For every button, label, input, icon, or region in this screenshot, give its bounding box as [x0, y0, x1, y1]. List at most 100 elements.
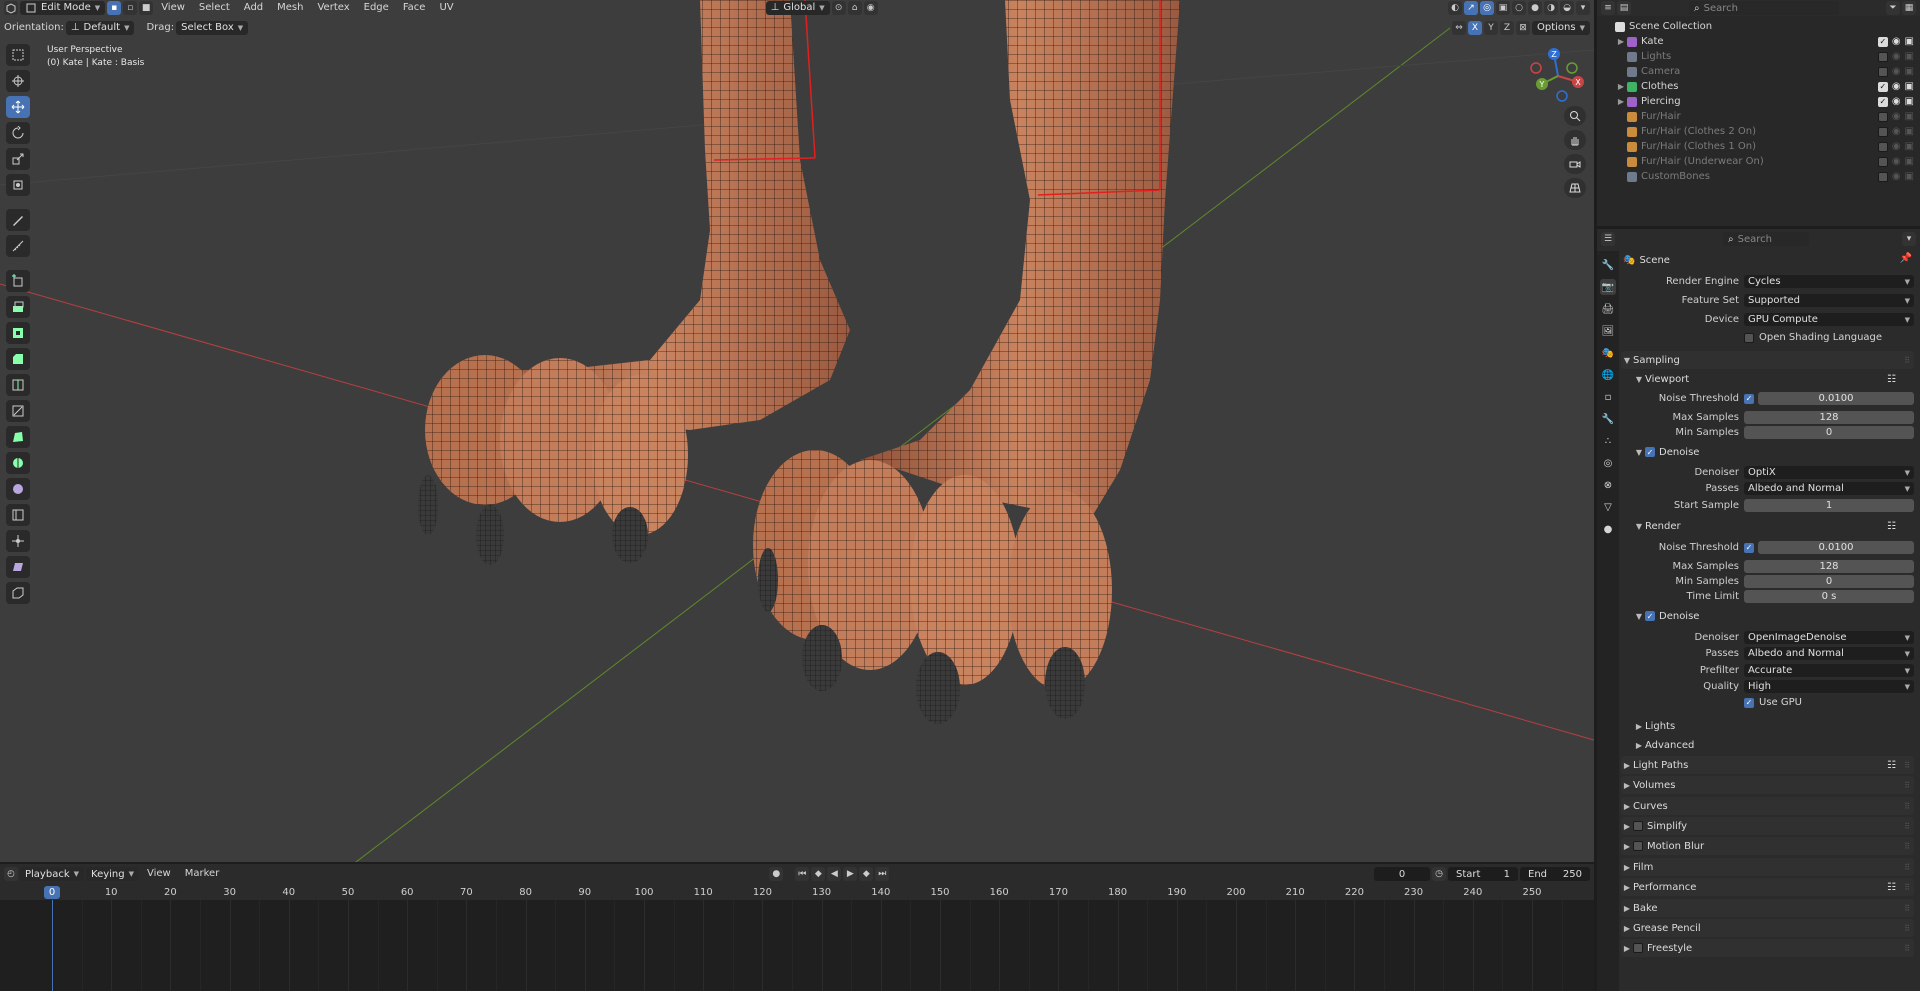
- use-gpu-checkbox[interactable]: ✓: [1744, 697, 1754, 708]
- knife-tool[interactable]: [6, 400, 30, 422]
- film-panel-header[interactable]: ▶ Film ⠿: [1621, 858, 1914, 876]
- outliner[interactable]: ≡ ▤ ⌕ Search ⏷ ▦ Scene Collection ▶ Kate ✓…: [1597, 0, 1920, 226]
- light-paths-panel-header[interactable]: ▶ Light Paths ☷ ⠿: [1621, 756, 1914, 774]
- select-box-tool[interactable]: [6, 44, 30, 66]
- data-tab-icon[interactable]: ▽: [1600, 499, 1616, 515]
- camera-render-icon[interactable]: ▣: [1905, 51, 1914, 62]
- camera-render-icon[interactable]: ▣: [1905, 126, 1914, 137]
- exclude-checkbox[interactable]: ✓: [1877, 96, 1888, 107]
- wireframe-shading-icon[interactable]: ○: [1512, 0, 1526, 15]
- jump-start-icon[interactable]: ⏮: [795, 867, 810, 881]
- osl-checkbox[interactable]: [1744, 332, 1754, 343]
- rotate-tool[interactable]: [6, 122, 30, 144]
- shrink-fatten-tool[interactable]: [6, 530, 30, 552]
- outliner-row[interactable]: ▶ Clothes ✓ ◉ ▣: [1597, 79, 1920, 94]
- transform-orientation-dropdown[interactable]: ⊥ Global ▼: [765, 0, 830, 15]
- vp-passes-dropdown[interactable]: Albedo and Normal ▼: [1744, 482, 1914, 495]
- play-icon[interactable]: ▶: [843, 867, 858, 881]
- current-frame-field[interactable]: 0: [1374, 867, 1430, 881]
- camera-render-icon[interactable]: ▣: [1905, 36, 1914, 47]
- properties-editor-icon[interactable]: ☰: [1601, 232, 1615, 246]
- r-time-limit-field[interactable]: 0 s: [1744, 590, 1914, 603]
- zoom-icon[interactable]: [1564, 106, 1586, 126]
- drag-handle-icon[interactable]: ⠿: [1904, 761, 1910, 770]
- record-icon[interactable]: ●: [769, 867, 784, 881]
- pivot-icon[interactable]: ⊙: [831, 0, 846, 15]
- visibility-icon[interactable]: ◐: [1448, 0, 1462, 15]
- poly-build-tool[interactable]: [6, 426, 30, 448]
- face-select-icon[interactable]: ■: [139, 0, 154, 15]
- extrude-tool[interactable]: [6, 296, 30, 318]
- keying-menu[interactable]: Keying ▼: [86, 867, 139, 881]
- mirror-icon[interactable]: ⇔: [1452, 20, 1467, 35]
- drag-handle-icon[interactable]: ⠿: [1904, 883, 1910, 892]
- edge-slide-tool[interactable]: [6, 504, 30, 526]
- scene-collection-row[interactable]: Scene Collection: [1597, 19, 1920, 34]
- vp-max-samples-field[interactable]: 128: [1744, 411, 1914, 424]
- menu-uv[interactable]: UV: [433, 1, 459, 15]
- camera-render-icon[interactable]: ▣: [1905, 81, 1914, 92]
- grid-perspective-icon[interactable]: [1564, 178, 1586, 198]
- r-noise-threshold-field[interactable]: 0.0100: [1758, 541, 1914, 554]
- cursor-tool[interactable]: [6, 70, 30, 92]
- menu-view[interactable]: View: [155, 1, 191, 15]
- viewport-canvas[interactable]: [0, 0, 1594, 862]
- outliner-row[interactable]: Fur/Hair (Clothes 1 On) ◉ ▣: [1597, 139, 1920, 154]
- output-tab-icon[interactable]: 🖨: [1600, 301, 1616, 317]
- vertex-select-icon[interactable]: ▪: [107, 0, 122, 15]
- spin-tool[interactable]: [6, 452, 30, 474]
- sampling-panel-header[interactable]: ▼ Sampling ⠿: [1621, 351, 1914, 369]
- chevron-right-icon[interactable]: ▶: [1615, 82, 1627, 91]
- jump-keyframe-forward-icon[interactable]: ◆: [859, 867, 874, 881]
- pin-icon[interactable]: 📌: [1900, 253, 1912, 264]
- r-denoise-subpanel-header[interactable]: ▼ ✓ Denoise: [1633, 607, 1914, 625]
- timeline-ruler[interactable]: 0 10 20 30 40 50 60 70 80 90 100 110 120 130 140 150 160…: [0, 884, 1594, 900]
- simplify-checkbox[interactable]: [1633, 821, 1643, 831]
- grease-pencil-panel-header[interactable]: ▶ Grease Pencil ⠿: [1621, 919, 1914, 937]
- render-engine-dropdown[interactable]: Cycles ▼: [1744, 275, 1914, 288]
- solid-shading-icon[interactable]: ●: [1528, 0, 1542, 15]
- menu-face[interactable]: Face: [397, 1, 432, 15]
- r-max-samples-field[interactable]: 128: [1744, 560, 1914, 573]
- motion-blur-panel-header[interactable]: ▶ Motion Blur ⠿: [1621, 837, 1914, 855]
- freestyle-checkbox[interactable]: [1633, 943, 1643, 953]
- constraints-tab-icon[interactable]: ⊗: [1600, 477, 1616, 493]
- camera-render-icon[interactable]: ▣: [1905, 171, 1914, 182]
- overlay-toggle-icon[interactable]: ◎: [1480, 0, 1494, 15]
- edge-select-icon[interactable]: ▫: [123, 0, 138, 15]
- editor-type-icon[interactable]: [4, 0, 18, 15]
- shading-options-icon[interactable]: ▾: [1576, 0, 1590, 15]
- display-mode-icon[interactable]: ▤: [1617, 1, 1631, 15]
- timeline-editor[interactable]: ◴ Playback ▼ Keying ▼ View Marker ● ⏮ ◆ ◀ …: [0, 864, 1594, 991]
- filter-icon[interactable]: ⏷: [1886, 1, 1900, 15]
- exclude-checkbox[interactable]: ✓: [1877, 36, 1888, 47]
- exclude-checkbox[interactable]: [1877, 156, 1888, 167]
- loop-cut-tool[interactable]: [6, 374, 30, 396]
- freestyle-panel-header[interactable]: ▶ Freestyle ⠿: [1621, 939, 1914, 957]
- outliner-row[interactable]: Fur/Hair (Underwear On) ◉ ▣: [1597, 154, 1920, 169]
- exclude-checkbox[interactable]: [1877, 66, 1888, 77]
- camera-render-icon[interactable]: ▣: [1905, 66, 1914, 77]
- advanced-subpanel-header[interactable]: ▶ Advanced: [1633, 736, 1914, 754]
- add-cube-tool[interactable]: [6, 270, 30, 292]
- clock-icon[interactable]: ◴: [4, 867, 18, 881]
- eye-icon[interactable]: ◉: [1892, 156, 1901, 167]
- measure-tool[interactable]: [6, 235, 30, 257]
- eye-icon[interactable]: ◉: [1892, 111, 1901, 122]
- lights-subpanel-header[interactable]: ▶ Lights: [1633, 717, 1914, 735]
- start-frame-field[interactable]: Start 1: [1448, 867, 1518, 881]
- drag-handle-icon[interactable]: ⠿: [1904, 781, 1910, 790]
- camera-render-icon[interactable]: ▣: [1905, 111, 1914, 122]
- exclude-checkbox[interactable]: ✓: [1877, 81, 1888, 92]
- view-layer-tab-icon[interactable]: 🖼: [1600, 323, 1616, 339]
- menu-edge[interactable]: Edge: [358, 1, 395, 15]
- gizmo-toggle-icon[interactable]: ↗: [1464, 0, 1478, 15]
- vp-noise-threshold-field[interactable]: 0.0100: [1758, 392, 1914, 405]
- device-dropdown[interactable]: GPU Compute ▼: [1744, 313, 1914, 326]
- exclude-checkbox[interactable]: [1877, 141, 1888, 152]
- move-tool[interactable]: [6, 96, 30, 118]
- menu-vertex[interactable]: Vertex: [311, 1, 355, 15]
- particles-tab-icon[interactable]: ∴: [1600, 433, 1616, 449]
- bake-panel-header[interactable]: ▶ Bake ⠿: [1621, 899, 1914, 917]
- inset-tool[interactable]: [6, 322, 30, 344]
